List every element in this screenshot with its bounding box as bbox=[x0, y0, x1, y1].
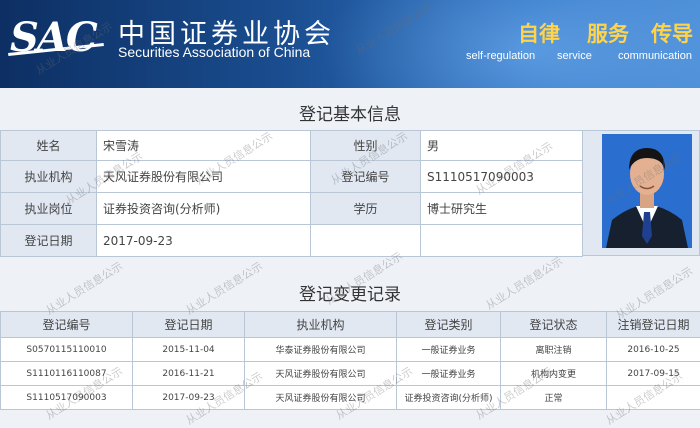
cell-regno: S0570115110010 bbox=[1, 338, 133, 362]
slogan-service-en: service bbox=[557, 50, 592, 62]
date-label: 登记日期 bbox=[1, 225, 97, 257]
cell-cancel-date: 2017-09-15 bbox=[607, 362, 700, 386]
slogan-self-regulation-en: self-regulation bbox=[466, 50, 535, 62]
slogan-service: 服务 bbox=[587, 18, 629, 48]
site-header: SAC 中国证券业协会 Securities Association of Ch… bbox=[0, 0, 700, 88]
gender-value: 男 bbox=[421, 131, 583, 161]
change-records-table: 登记编号 登记日期 执业机构 登记类别 登记状态 注销登记日期 S0570115… bbox=[0, 311, 700, 410]
table-row: S1110116110087 2016-11-21 天风证券股份有限公司 一般证… bbox=[1, 362, 700, 386]
cell-category: 证券投资咨询(分析师) bbox=[397, 386, 501, 410]
person-photo bbox=[602, 134, 692, 248]
post-value: 证券投资咨询(分析师) bbox=[97, 193, 311, 225]
cell-status: 机构内变更 bbox=[501, 362, 607, 386]
cell-cancel-date: 2016-10-25 bbox=[607, 338, 700, 362]
cell-category: 一般证券业务 bbox=[397, 362, 501, 386]
cell-status: 正常 bbox=[501, 386, 607, 410]
post-label: 执业岗位 bbox=[1, 193, 97, 225]
edu-value: 博士研究生 bbox=[421, 193, 583, 225]
basic-info-table: 姓名 宋雪涛 性别 男 执业机构 天风证券股份有限公司 登记编号 S111051… bbox=[0, 130, 583, 257]
name-label: 姓名 bbox=[1, 131, 97, 161]
org-label: 执业机构 bbox=[1, 161, 97, 193]
cell-org: 天风证券股份有限公司 bbox=[245, 362, 397, 386]
cell-status: 离职注销 bbox=[501, 338, 607, 362]
change-records-title: 登记变更记录 bbox=[0, 280, 700, 305]
table-row: S1110517090003 2017-09-23 天风证券股份有限公司 证券投… bbox=[1, 386, 700, 410]
gender-label: 性别 bbox=[311, 131, 421, 161]
cell-org: 华泰证券股份有限公司 bbox=[245, 338, 397, 362]
header-glow bbox=[320, 0, 700, 88]
cell-cancel-date bbox=[607, 386, 700, 410]
name-value: 宋雪涛 bbox=[97, 131, 311, 161]
col-header-regno: 登记编号 bbox=[1, 312, 133, 338]
slogan-communication: 传导 bbox=[651, 18, 693, 48]
empty-cell bbox=[311, 225, 421, 257]
col-header-cancel-date: 注销登记日期 bbox=[607, 312, 700, 338]
regno-value: S1110517090003 bbox=[421, 161, 583, 193]
slogan-self-regulation: 自律 bbox=[518, 18, 560, 48]
col-header-date: 登记日期 bbox=[133, 312, 245, 338]
org-value: 天风证券股份有限公司 bbox=[97, 161, 311, 193]
empty-cell bbox=[421, 225, 583, 257]
slogan-communication-en: communication bbox=[618, 50, 692, 62]
cell-regno: S1110116110087 bbox=[1, 362, 133, 386]
table-row: S0570115110010 2015-11-04 华泰证券股份有限公司 一般证… bbox=[1, 338, 700, 362]
edu-label: 学历 bbox=[311, 193, 421, 225]
cell-date: 2016-11-21 bbox=[133, 362, 245, 386]
date-value: 2017-09-23 bbox=[97, 225, 311, 257]
association-name-en: Securities Association of China bbox=[118, 44, 310, 60]
cell-date: 2015-11-04 bbox=[133, 338, 245, 362]
col-header-org: 执业机构 bbox=[245, 312, 397, 338]
cell-date: 2017-09-23 bbox=[133, 386, 245, 410]
cell-org: 天风证券股份有限公司 bbox=[245, 386, 397, 410]
basic-info-title: 登记基本信息 bbox=[0, 100, 700, 125]
cell-regno: S1110517090003 bbox=[1, 386, 133, 410]
regno-label: 登记编号 bbox=[311, 161, 421, 193]
col-header-category: 登记类别 bbox=[397, 312, 501, 338]
cell-category: 一般证券业务 bbox=[397, 338, 501, 362]
col-header-status: 登记状态 bbox=[501, 312, 607, 338]
